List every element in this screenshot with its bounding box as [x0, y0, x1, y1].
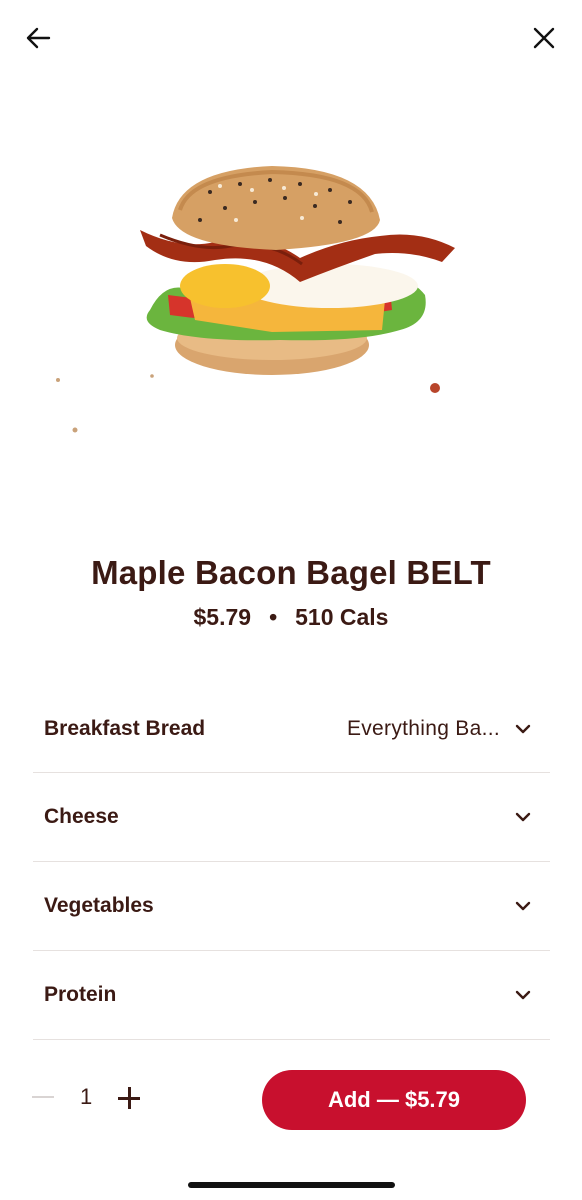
back-button[interactable]: [20, 20, 56, 56]
quantity-value: 1: [80, 1084, 93, 1109]
option-label: Vegetables: [44, 894, 154, 917]
close-button[interactable]: [526, 20, 562, 56]
decrease-quantity-button[interactable]: [32, 1096, 54, 1098]
option-protein[interactable]: Protein: [33, 951, 550, 1040]
order-footer: 1 Add — $5.79: [0, 1060, 582, 1140]
add-to-order-button[interactable]: Add — $5.79: [262, 1070, 526, 1130]
product-price-calories: $5.79 • 510 Cals: [0, 604, 582, 631]
chevron-down-icon: [514, 720, 532, 738]
separator-dot: •: [269, 604, 278, 630]
increase-quantity-button[interactable]: [118, 1086, 142, 1110]
chevron-down-icon: [514, 808, 532, 826]
home-indicator: [188, 1182, 395, 1188]
option-label: Cheese: [44, 805, 119, 828]
option-label: Protein: [44, 983, 117, 1006]
product-price: $5.79: [193, 604, 252, 630]
top-bar: [0, 0, 582, 80]
chevron-down-icon: [514, 986, 532, 1004]
product-image: [40, 140, 480, 440]
bagel-sandwich-image: [56, 166, 455, 433]
product-calories: 510 Cals: [295, 604, 389, 630]
option-breakfast-bread[interactable]: Breakfast Bread Everything Ba...: [33, 686, 550, 773]
arrow-left-icon: [26, 27, 51, 49]
option-label: Breakfast Bread: [44, 717, 206, 740]
product-name: Maple Bacon Bagel BELT: [91, 554, 491, 591]
option-value: Everything Ba...: [346, 717, 500, 740]
option-vegetables[interactable]: Vegetables: [33, 862, 550, 951]
option-cheese[interactable]: Cheese: [33, 773, 550, 862]
chevron-down-icon: [514, 897, 532, 915]
customization-options: Breakfast Bread Everything Ba... Cheese …: [33, 686, 550, 1040]
close-icon: [533, 27, 555, 49]
